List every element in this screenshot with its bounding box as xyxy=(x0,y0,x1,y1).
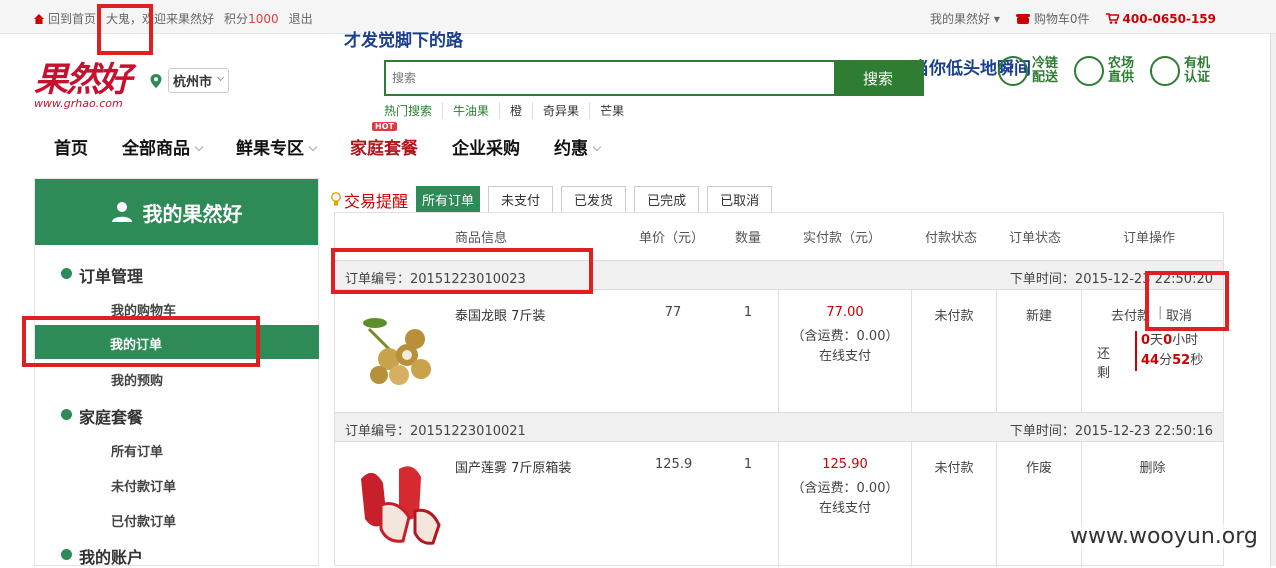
organic-icon xyxy=(1150,56,1180,86)
points: 积分1000 xyxy=(224,12,279,26)
tab-unpaid[interactable]: 未支付 xyxy=(488,186,554,213)
quantity: 1 xyxy=(743,457,753,472)
top-bar: 回到首页 大鬼，欢迎来果然好 积分1000 退出 我的果然好 ▾ 购物车0件 4… xyxy=(0,0,1276,34)
cart-icon xyxy=(1105,13,1119,24)
sidebar-item-unpaid-orders[interactable]: 未付款订单 xyxy=(111,476,176,495)
pay-method: 在线支付 xyxy=(818,501,871,516)
cold-chain-badge: 冷链配送 xyxy=(998,56,1060,86)
hot-search-item[interactable]: 奇异果 xyxy=(533,102,591,119)
farm-badge: 农场直供 xyxy=(1074,56,1136,86)
nav-all-products[interactable]: 全部商品 xyxy=(122,134,202,159)
shipping-fee: （含运费：0.00） xyxy=(791,481,899,496)
col-header-pay-status: 付款状态 xyxy=(925,231,978,246)
col-header-order-status: 订单状态 xyxy=(1009,231,1062,246)
quantity: 1 xyxy=(743,305,753,320)
product-image-wax-apple[interactable] xyxy=(347,459,443,545)
scrollbar[interactable] xyxy=(1270,34,1276,566)
unit-price: 77 xyxy=(664,305,682,320)
hot-search-item[interactable]: 牛油果 xyxy=(443,102,501,119)
sidebar-item-preorder[interactable]: 我的预购 xyxy=(111,370,163,389)
hot-search: 热门搜索 牛油果 橙 奇异果 芒果 xyxy=(384,102,634,119)
paid-amount: 77.00 xyxy=(826,305,864,320)
sidebar-title: 我的果然好 xyxy=(142,201,243,226)
city-name[interactable]: 杭州市 xyxy=(168,68,230,93)
annotation-box xyxy=(97,4,153,55)
sidebar-group-family: 家庭套餐 xyxy=(60,404,143,428)
account-sidebar: 我的果然好 订单管理 我的购物车 我的订单 我的预购 家庭套餐 所有订单 未付款… xyxy=(34,178,319,568)
main-nav: 首页 全部商品 鲜果专区 HOT 家庭套餐 企业采购 约惠 xyxy=(54,122,600,159)
pay-status: 未付款 xyxy=(934,461,974,476)
sidebar-header: 我的果然好 xyxy=(35,179,318,245)
service-badges: 冷链配送 农场直供 有机认证 xyxy=(998,56,1212,86)
trade-reminder-title: 交易提醒 xyxy=(331,188,408,212)
lightbulb-icon xyxy=(331,191,341,205)
shipping-fee: （含运费：0.00） xyxy=(791,329,899,344)
nav-fresh-fruit[interactable]: 鲜果专区 xyxy=(236,134,316,159)
tab-done[interactable]: 已完成 xyxy=(634,186,700,213)
col-header-paid: 实付款（元） xyxy=(803,231,882,246)
search-button[interactable]: 搜索 xyxy=(834,62,922,94)
search-bar: 搜索 xyxy=(384,60,924,96)
sidebar-item-all-orders[interactable]: 所有订单 xyxy=(111,441,163,460)
order-tabs: 交易提醒 所有订单 未支付 已发货 已完成 已取消 xyxy=(331,186,773,213)
product-name[interactable]: 国产莲雾 7斤原箱装 xyxy=(455,457,571,476)
city-selector[interactable]: 杭州市 xyxy=(150,68,230,93)
home-icon xyxy=(34,13,44,24)
pay-method: 在线支付 xyxy=(818,349,871,364)
product-name[interactable]: 泰国龙眼 7斤装 xyxy=(455,305,545,324)
cold-chain-icon xyxy=(998,56,1028,86)
logout-link[interactable]: 退出 xyxy=(289,10,313,27)
paid-amount: 125.90 xyxy=(822,457,868,472)
hot-search-item[interactable]: 芒果 xyxy=(590,102,634,119)
hot-tag: HOT xyxy=(372,122,397,131)
hotline: 400-0650-159 xyxy=(1105,12,1216,26)
user-icon xyxy=(111,202,132,222)
search-input[interactable] xyxy=(386,62,834,94)
phone-icon xyxy=(1015,13,1030,24)
col-header-qty: 数量 xyxy=(735,231,762,246)
tab-all-orders[interactable]: 所有订单 xyxy=(416,186,481,213)
order-header: 订单编号：20151223010021 下单时间：2015-12-23 22:5… xyxy=(335,412,1223,442)
order-status: 新建 xyxy=(1025,309,1052,324)
hot-search-label: 热门搜索 xyxy=(384,102,444,119)
cart-link[interactable]: 购物车0件 xyxy=(1015,10,1090,27)
order-status: 作废 xyxy=(1025,461,1052,476)
tab-shipped[interactable]: 已发货 xyxy=(561,186,627,213)
watermark: www.wooyun.org xyxy=(1070,524,1258,549)
home-link[interactable]: 回到首页 xyxy=(34,10,96,27)
nav-enterprise[interactable]: 企业采购 xyxy=(452,134,520,159)
sidebar-group-orders: 订单管理 xyxy=(60,263,143,287)
nav-family-package[interactable]: HOT 家庭套餐 xyxy=(350,122,418,159)
delete-button[interactable]: 删除 xyxy=(1082,457,1223,476)
annotation-box xyxy=(22,316,260,367)
nav-promo[interactable]: 约惠 xyxy=(554,134,600,159)
unit-price: 125.9 xyxy=(655,457,693,472)
overlay-text-1: 才发觉脚下的路 xyxy=(344,31,463,51)
tab-cancelled[interactable]: 已取消 xyxy=(707,186,773,213)
annotation-box xyxy=(1145,271,1229,331)
sidebar-item-paid-orders[interactable]: 已付款订单 xyxy=(111,511,176,530)
pay-status: 未付款 xyxy=(934,309,974,324)
site-logo[interactable]: 果然好 www.grhao.com xyxy=(34,52,138,114)
col-header-actions: 订单操作 xyxy=(1123,231,1176,246)
hot-search-item[interactable]: 橙 xyxy=(500,102,534,119)
organic-badge: 有机认证 xyxy=(1150,56,1212,86)
nav-home[interactable]: 首页 xyxy=(54,134,88,159)
order-time: 下单时间：2015-12-23 22:50:16 xyxy=(1009,424,1213,439)
annotation-box xyxy=(331,248,593,294)
location-pin-icon xyxy=(150,73,162,88)
sidebar-group-account: 我的账户 xyxy=(60,544,143,568)
my-account-menu[interactable]: 我的果然好 ▾ xyxy=(930,10,1000,27)
product-image-longan[interactable] xyxy=(349,309,445,395)
order-number: 订单编号：20151223010021 xyxy=(345,424,526,439)
farm-icon xyxy=(1074,56,1104,86)
col-header-price: 单价（元） xyxy=(639,231,705,246)
